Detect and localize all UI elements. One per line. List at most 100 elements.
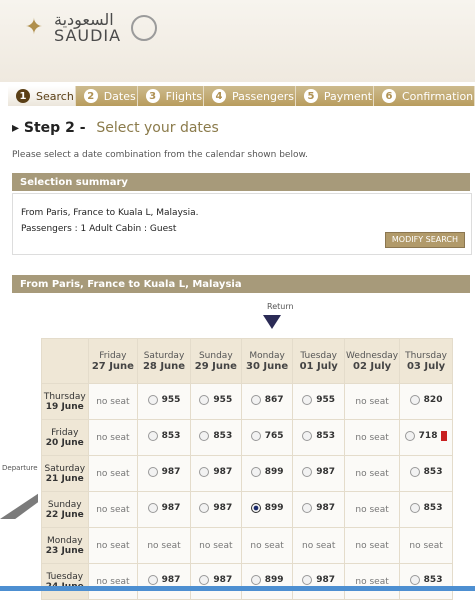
fare-option[interactable]: 987: [199, 467, 232, 477]
fare-option[interactable]: 955: [147, 395, 180, 405]
fare-cell[interactable]: 987: [292, 563, 346, 600]
fare-radio[interactable]: [302, 431, 313, 441]
fare-radio[interactable]: [409, 467, 420, 477]
step-confirmation[interactable]: 6 Confirmation: [373, 86, 475, 106]
modify-search-button[interactable]: MODIFY SEARCH: [384, 232, 465, 248]
step-label-dates: Dates: [103, 89, 136, 103]
fare-cell[interactable]: 899: [240, 455, 294, 492]
bottom-scroll-bar[interactable]: [0, 586, 475, 591]
no-seat-cell: no seat: [189, 527, 242, 564]
brand-text: السعودية SAUDIA: [54, 12, 121, 44]
fare-cell[interactable]: 853: [292, 419, 346, 456]
fare-cell[interactable]: 867: [240, 383, 294, 420]
fare-cell[interactable]: 765: [240, 419, 294, 456]
step-flights[interactable]: 3 Flights: [137, 86, 204, 106]
fare-option[interactable]: 853: [409, 467, 442, 477]
chevron-right-icon: ▸: [12, 120, 20, 136]
fare-option[interactable]: 899: [250, 467, 283, 477]
fare-cell[interactable]: 955: [189, 383, 242, 420]
alert-icon: [441, 431, 448, 441]
fare-option[interactable]: 987: [199, 575, 232, 585]
fare-radio[interactable]: [147, 467, 158, 477]
table-row: Thursday 19 June no seat 955 955 867 955 no sea…: [41, 383, 453, 420]
fare-option[interactable]: 853: [302, 431, 335, 441]
fare-radio[interactable]: [199, 467, 210, 477]
fare-cell[interactable]: 987: [137, 563, 191, 600]
fare-cell[interactable]: 987: [137, 491, 191, 528]
fare-option[interactable]: 987: [147, 467, 180, 477]
step-payment[interactable]: 5 Payment: [295, 86, 374, 106]
fare-cell[interactable]: 820: [399, 383, 453, 420]
row-date: 20 June: [45, 437, 84, 448]
fare-cell[interactable]: 955: [292, 383, 346, 420]
fare-price: 853: [316, 431, 336, 441]
row-header: Friday 20 June: [41, 419, 89, 456]
fare-option[interactable]: 820: [409, 395, 442, 405]
no-seat-cell: no seat: [87, 455, 139, 492]
fare-radio[interactable]: [147, 395, 158, 405]
fare-radio[interactable]: [199, 395, 210, 405]
fare-radio[interactable]: [147, 503, 158, 513]
fare-radio[interactable]: [199, 431, 210, 441]
fare-cell[interactable]: 955: [137, 383, 191, 420]
fare-radio[interactable]: [199, 503, 210, 513]
fare-cell[interactable]: 987: [292, 491, 346, 528]
fare-radio[interactable]: [404, 431, 415, 441]
fare-cell[interactable]: 853: [399, 563, 453, 600]
fare-option[interactable]: 853: [409, 575, 442, 585]
step-passengers[interactable]: 4 Passengers: [203, 86, 296, 106]
no-seat-label: no seat: [355, 468, 389, 479]
fare-option[interactable]: 955: [199, 395, 232, 405]
fare-radio[interactable]: [250, 467, 261, 477]
fare-option[interactable]: 987: [302, 467, 335, 477]
fare-cell[interactable]: 987: [137, 455, 191, 492]
fare-option[interactable]: 987: [199, 503, 232, 513]
fare-cell[interactable]: 853: [399, 491, 453, 528]
fare-radio[interactable]: [409, 395, 420, 405]
fare-radio[interactable]: [302, 503, 313, 513]
fare-radio[interactable]: [147, 575, 158, 585]
fare-radio[interactable]: [250, 431, 261, 441]
fare-radio[interactable]: [199, 575, 210, 585]
fare-radio[interactable]: [302, 395, 313, 405]
fare-cell[interactable]: 987: [189, 563, 242, 600]
fare-cell[interactable]: 987: [189, 455, 242, 492]
fare-option[interactable]: 718: [404, 431, 437, 441]
fare-option[interactable]: 853: [147, 431, 180, 441]
fare-cell[interactable]: 899: [240, 491, 294, 528]
fare-option[interactable]: 853: [199, 431, 232, 441]
fare-option[interactable]: 987: [147, 503, 180, 513]
step-search[interactable]: 1 Search: [8, 86, 76, 106]
fare-cell[interactable]: 987: [189, 491, 242, 528]
fare-option[interactable]: 867: [250, 395, 283, 405]
fare-option[interactable]: 899: [250, 575, 283, 585]
fare-cell[interactable]: 899: [240, 563, 294, 600]
fare-option[interactable]: 853: [409, 503, 442, 513]
fare-radio[interactable]: [147, 431, 158, 441]
fare-radio[interactable]: [409, 503, 420, 513]
fare-radio[interactable]: [250, 395, 261, 405]
no-seat-cell: no seat: [87, 383, 139, 420]
fare-radio[interactable]: [409, 575, 420, 585]
column-date: 01 July: [299, 360, 338, 372]
saudia-logo[interactable]: ✦ السعودية SAUDIA: [20, 12, 158, 44]
fare-cell[interactable]: 987: [292, 455, 346, 492]
no-seat-label: no seat: [355, 540, 389, 551]
column-date: 03 July: [406, 360, 446, 372]
fare-option[interactable]: 987: [302, 575, 335, 585]
fare-cell[interactable]: 718: [399, 419, 453, 456]
fare-option[interactable]: 765: [250, 431, 283, 441]
fare-radio[interactable]: [250, 575, 261, 585]
fare-cell[interactable]: 853: [189, 419, 242, 456]
fare-cell[interactable]: 853: [399, 455, 453, 492]
fare-radio[interactable]: [302, 575, 313, 585]
fare-option[interactable]: 955: [302, 395, 335, 405]
fare-cell[interactable]: 853: [137, 419, 191, 456]
no-seat-cell: no seat: [292, 527, 346, 564]
fare-option[interactable]: 899: [250, 503, 283, 513]
fare-option[interactable]: 987: [302, 503, 335, 513]
step-dates[interactable]: 2 Dates: [75, 86, 138, 106]
fare-option[interactable]: 987: [147, 575, 180, 585]
fare-radio[interactable]: [302, 467, 313, 477]
fare-radio-selected[interactable]: [250, 503, 261, 513]
